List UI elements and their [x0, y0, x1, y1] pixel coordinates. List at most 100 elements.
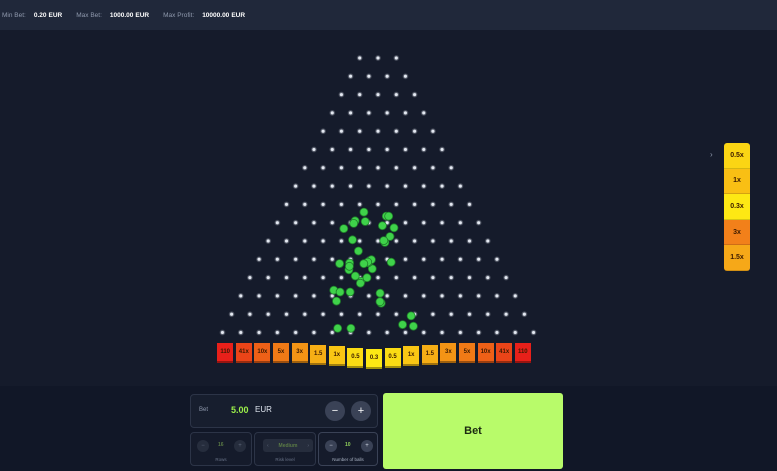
peg	[394, 276, 398, 280]
peg	[449, 276, 453, 280]
peg	[257, 257, 261, 261]
bet-currency: EUR	[255, 405, 272, 414]
peg	[458, 331, 462, 334]
chevron-right-icon[interactable]: ›	[307, 443, 309, 449]
rows-decrease-button[interactable]: −	[197, 440, 209, 452]
peg	[394, 239, 398, 243]
peg	[330, 148, 334, 151]
max-profit-currency: EUR	[231, 11, 246, 19]
peg	[285, 239, 288, 243]
peg	[321, 312, 325, 316]
peg	[422, 184, 426, 188]
peg	[330, 331, 334, 334]
peg	[358, 56, 362, 60]
ball	[350, 271, 360, 281]
peg	[257, 331, 261, 334]
decrease-bet-button[interactable]: −	[325, 401, 345, 421]
peg	[266, 312, 270, 316]
risk-caption: Risk level	[275, 457, 295, 462]
peg	[294, 294, 298, 298]
peg	[358, 312, 362, 316]
chevron-left-icon[interactable]: ‹	[267, 443, 269, 449]
plinko-board	[0, 30, 777, 386]
plinko-game: Min Bet: 0.20 EUR Max Bet: 1000.00 EUR M…	[0, 0, 777, 471]
risk-selector[interactable]: ‹ Medium ›	[263, 439, 313, 452]
min-bet-value: 0.20	[33, 11, 47, 19]
peg	[321, 129, 325, 133]
peg	[468, 239, 471, 243]
ball	[359, 207, 369, 217]
bet-button[interactable]: Bet	[383, 393, 563, 469]
min-bet-currency: EUR	[48, 11, 63, 19]
peg	[458, 184, 462, 188]
max-bet-value: 1000.00	[109, 11, 134, 19]
peg	[330, 111, 334, 115]
ball	[362, 273, 372, 283]
rows-increase-button[interactable]: +	[234, 440, 246, 452]
peg	[522, 312, 526, 316]
peg	[394, 56, 398, 60]
peg	[330, 184, 334, 188]
peg	[385, 148, 389, 151]
history-item: 0.5x	[724, 143, 750, 169]
min-bet-label: Min Bet:	[2, 11, 26, 19]
peg	[294, 221, 298, 225]
peg	[285, 202, 288, 206]
peg	[266, 239, 270, 243]
peg	[358, 239, 362, 243]
ball	[344, 261, 354, 271]
increase-bet-button[interactable]: +	[351, 401, 371, 421]
peg	[403, 331, 407, 334]
peg	[312, 148, 316, 151]
peg	[385, 184, 389, 188]
peg	[303, 202, 307, 206]
rows-caption: Rows	[215, 457, 227, 462]
peg	[532, 331, 536, 334]
bet-amount-input[interactable]: 5.00	[231, 405, 249, 415]
peg	[458, 221, 462, 225]
peg-board	[219, 54, 537, 336]
peg	[477, 221, 481, 225]
peg	[495, 257, 499, 261]
history-chevron-icon[interactable]: ›	[710, 150, 713, 159]
peg	[513, 294, 517, 298]
peg	[513, 331, 517, 334]
peg	[275, 221, 279, 225]
ball	[349, 218, 359, 228]
ball	[375, 288, 385, 298]
peg	[339, 129, 343, 133]
peg	[376, 56, 380, 60]
peg	[275, 294, 279, 298]
peg	[294, 184, 298, 188]
peg	[394, 93, 398, 97]
peg	[339, 166, 343, 170]
peg	[239, 331, 243, 334]
ball	[384, 211, 394, 221]
balls-increase-button[interactable]: +	[361, 440, 373, 452]
ball	[408, 321, 418, 331]
bet-label: Bet	[199, 407, 209, 413]
peg	[440, 294, 444, 298]
max-bet-limit: Max Bet: 1000.00 EUR	[76, 12, 149, 19]
peg	[422, 294, 426, 298]
peg	[440, 331, 444, 334]
ball	[360, 217, 370, 226]
peg	[303, 239, 307, 243]
peg	[403, 74, 407, 78]
peg	[321, 166, 325, 170]
peg	[275, 257, 279, 261]
bet-controls: Bet 5.00 EUR − + − 16 + Rows ‹ Medium › …	[190, 394, 378, 466]
peg	[303, 276, 307, 280]
peg	[495, 294, 499, 298]
peg	[285, 276, 288, 280]
peg	[312, 184, 316, 188]
peg	[413, 129, 417, 133]
peg	[376, 166, 380, 170]
peg	[486, 276, 490, 280]
peg	[339, 93, 343, 97]
peg	[486, 239, 490, 243]
peg	[422, 111, 426, 115]
balls-decrease-button[interactable]: −	[325, 440, 337, 452]
peg	[477, 294, 481, 298]
peg	[413, 93, 417, 97]
